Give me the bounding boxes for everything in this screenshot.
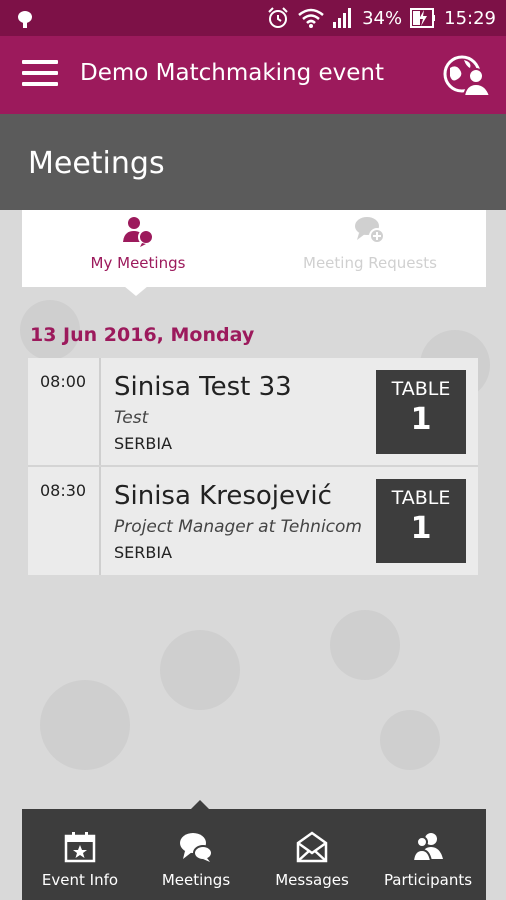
hamburger-menu-icon[interactable] [22,60,58,90]
chat-bubbles-icon [180,833,213,862]
tab-meeting-requests[interactable]: Meeting Requests [254,210,486,287]
app-title: Demo Matchmaking event [80,60,385,86]
bottom-navigation: Event Info Meetings Messages Participant… [22,809,486,900]
meetings-tabs: My Meetings Meeting Requests [22,210,486,287]
participant-role: Test [114,408,149,428]
table-label: TABLE [391,378,451,400]
table-number: 1 [410,511,432,546]
nav-label: Messages [275,871,349,889]
status-bar: 34% 15:29 [0,0,506,36]
people-icon [411,833,443,862]
nav-meetings[interactable]: Meetings [138,809,254,900]
nav-label: Meetings [161,871,231,889]
participant-name: Sinisa Kresojević [114,481,332,511]
people-chat-icon [123,217,154,247]
table-badge: TABLE 1 [376,479,466,563]
tab-label: Meeting Requests [303,254,437,272]
nav-messages[interactable]: Messages [254,809,370,900]
tab-my-meetings[interactable]: My Meetings [22,210,254,287]
alarm-icon [268,7,288,28]
chat-plus-icon [355,217,385,244]
nav-label: Participants [383,871,473,889]
meeting-time: 08:30 [28,467,101,575]
active-tab-pointer [124,286,148,296]
meeting-item[interactable]: 08:30 Sinisa Kresojević Project Manager … [28,467,478,575]
meeting-item[interactable]: 08:00 Sinisa Test 33 Test SERBIA TABLE 1 [28,358,478,466]
android-icon [18,11,32,28]
tab-label: My Meetings [90,254,186,272]
meeting-time: 08:00 [28,358,101,466]
participant-country: SERBIA [114,543,173,562]
nav-label: Event Info [41,871,119,889]
calendar-star-icon [64,832,96,863]
battery-percent: 34% [362,7,403,29]
nav-participants[interactable]: Participants [370,809,486,900]
participant-country: SERBIA [114,434,173,453]
envelope-icon [296,831,328,863]
signal-icon [333,8,352,28]
app-bar: Demo Matchmaking event [0,36,506,114]
table-number: 1 [410,402,432,437]
table-label: TABLE [391,487,451,509]
participant-name: Sinisa Test 33 [114,372,292,402]
nav-event-info[interactable]: Event Info [22,809,138,900]
globe-people-icon[interactable] [442,52,492,98]
wifi-icon [298,8,324,28]
battery-charging-icon [410,8,436,28]
page-title: Meetings [28,146,165,181]
clock: 15:29 [444,7,496,29]
date-heading: 13 Jun 2016, Monday [30,324,255,346]
table-badge: TABLE 1 [376,370,466,454]
participant-role: Project Manager at Tehnicom [114,517,362,537]
